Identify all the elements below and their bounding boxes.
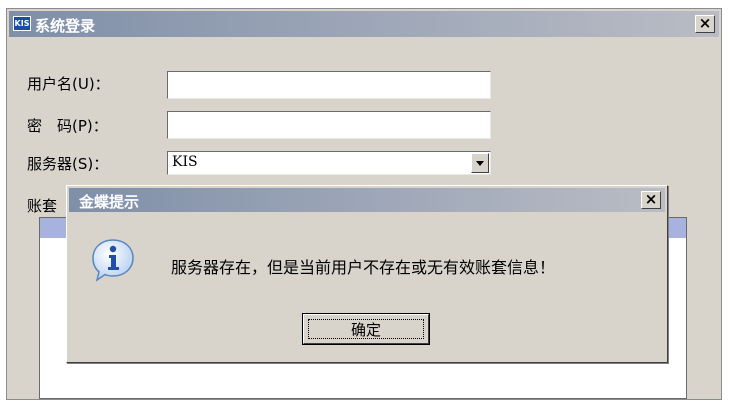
login-title: 系统登录 — [35, 17, 96, 35]
username-label: 用户名(U)： — [27, 75, 110, 93]
password-input[interactable] — [167, 111, 491, 139]
login-close-button[interactable]: × — [695, 15, 715, 33]
login-title-bar[interactable]: KIS 系统登录 × — [9, 11, 719, 37]
alert-message: 服务器存在，但是当前用户不存在或无有效账套信息！ — [171, 258, 556, 277]
info-icon — [92, 239, 134, 282]
kis-logo-icon: KIS — [13, 16, 31, 31]
chevron-down-icon — [476, 161, 484, 166]
username-input[interactable] — [167, 71, 491, 99]
ok-button[interactable]: 确定 — [302, 313, 430, 345]
account-label: 账套 — [27, 197, 58, 215]
server-label: 服务器(S)： — [27, 155, 109, 173]
alert-close-button[interactable]: × — [641, 191, 661, 209]
alert-title: 金蝶提示 — [79, 193, 140, 211]
password-label: 密 码(P)： — [27, 117, 108, 135]
server-dropdown-button[interactable] — [471, 153, 489, 173]
ok-button-label: 确定 — [308, 319, 424, 339]
alert-title-bar[interactable]: 金蝶提示 × — [69, 188, 665, 212]
server-select-value: KIS — [172, 154, 198, 170]
alert-dialog: 金蝶提示 × 服务器存在，但是当前用户不存在或无有效账套信息！ 确定 — [66, 185, 668, 363]
server-select[interactable]: KIS — [167, 151, 491, 175]
